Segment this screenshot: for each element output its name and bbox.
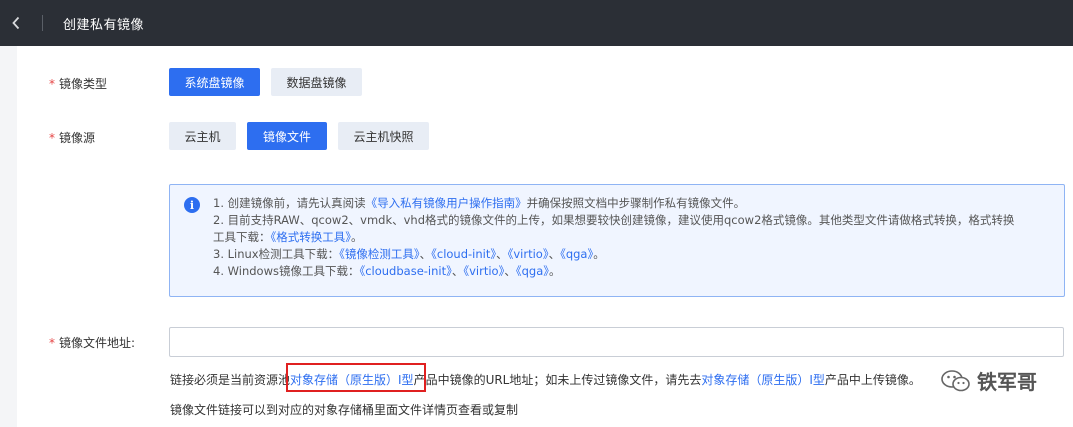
windows-qga-link[interactable]: 《qga》 (516, 264, 549, 278)
format-tool-link[interactable]: 《格式转换工具》 (271, 230, 352, 244)
cloud-host-snapshot-button[interactable]: 云主机快照 (338, 122, 429, 150)
page-title: 创建私有镜像 (63, 17, 145, 33)
required-mark: * (49, 77, 55, 91)
system-disk-image-button[interactable]: 系统盘镜像 (169, 68, 260, 96)
object-storage-link-2[interactable]: 对象存储（原生版）Ⅰ型 (701, 373, 825, 387)
form-panel: * 镜像类型 系统盘镜像 数据盘镜像 * 镜像源 云主机 镜像文件 云主机快照 i … (17, 46, 1073, 427)
image-source-label: * 镜像源 (49, 131, 96, 145)
file-url-label: * 镜像文件地址: (49, 336, 136, 350)
image-type-label: * 镜像类型 (49, 77, 108, 91)
info-box: i 1. 创建镜像前，请先认真阅读《导入私有镜像用户操作指南》并确保按照文档中步… (169, 184, 1065, 297)
info-line-1: 1. 创建镜像前，请先认真阅读《导入私有镜像用户操作指南》并确保按照文档中步骤制… (213, 196, 746, 210)
object-storage-link-1[interactable]: 对象存储（原生版）Ⅰ型 (290, 373, 414, 387)
linux-qga-link[interactable]: 《qga》 (560, 247, 593, 261)
cloud-init-link[interactable]: 《cloud-init》 (431, 247, 496, 261)
info-text: 1. 创建镜像前，请先认真阅读《导入私有镜像用户操作指南》并确保按照文档中步骤制… (213, 195, 1053, 280)
windows-virtio-link[interactable]: 《virtio》 (463, 264, 504, 278)
required-mark: * (49, 131, 55, 145)
file-url-input[interactable] (169, 327, 1064, 357)
file-url-hint-2: 镜像文件链接可以到对应的对象存储桶里面文件详情页查看或复制 (170, 403, 519, 417)
chevron-left-icon (12, 16, 20, 30)
cloud-host-button[interactable]: 云主机 (169, 122, 236, 150)
wechat-icon (941, 369, 970, 391)
header-divider (42, 15, 43, 31)
linux-virtio-link[interactable]: 《virtio》 (508, 247, 549, 261)
image-file-button[interactable]: 镜像文件 (247, 122, 327, 150)
cloudbase-init-link[interactable]: 《cloudbase-init》 (359, 264, 451, 278)
info-line-2b: 工具下载：《格式转换工具》。 (213, 230, 363, 244)
required-mark: * (49, 336, 55, 350)
info-line-2: 2. 目前支持RAW、qcow2、vmdk、vhd格式的镜像文件的上传，如果想要… (213, 213, 1015, 227)
import-guide-link[interactable]: 《导入私有镜像用户操作指南》 (366, 196, 527, 210)
back-button[interactable] (0, 0, 32, 46)
data-disk-image-button[interactable]: 数据盘镜像 (271, 68, 362, 96)
image-check-tool-link[interactable]: 《镜像检测工具》 (339, 247, 420, 261)
top-bar: 创建私有镜像 (0, 0, 1073, 46)
watermark: 铁军哥 (937, 364, 1041, 397)
file-url-hint-1: 链接必须是当前资源池对象存储（原生版）Ⅰ型产品中镜像的URL地址；如未上传过镜像… (170, 373, 921, 387)
watermark-text: 铁军哥 (977, 370, 1037, 394)
info-line-3: 3. Linux检测工具下载：《镜像检测工具》、《cloud-init》、《vi… (213, 247, 605, 261)
info-icon: i (184, 197, 200, 213)
info-line-4: 4. Windows镜像工具下载：《cloudbase-init》、《virti… (213, 264, 561, 278)
